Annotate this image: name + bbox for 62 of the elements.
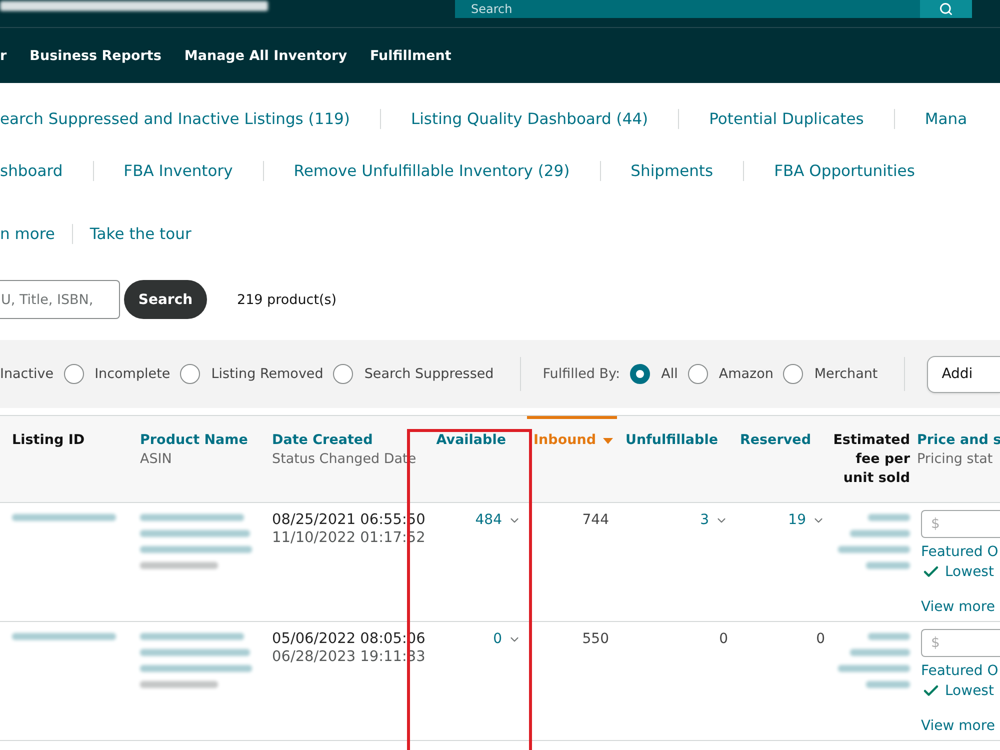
product-count: 219 product(s)	[237, 292, 337, 308]
quantity-link[interactable]: 484	[475, 512, 521, 528]
sort-triangle-icon	[603, 438, 613, 444]
radio-label[interactable]: All	[661, 366, 678, 382]
quantity-value: 550	[582, 631, 609, 647]
nav-link[interactable]: n more	[0, 225, 55, 243]
filter-button[interactable]: Addi	[926, 356, 1000, 392]
menu-item[interactable]: Business Reports	[30, 48, 162, 64]
nav-link[interactable]: Mana	[924, 110, 968, 128]
radio-label[interactable]: Listing Removed	[211, 366, 324, 382]
pricing-status: Featured O	[921, 543, 998, 562]
column-subtitle: Pricing stat	[917, 450, 993, 469]
column-header[interactable]: Reserved	[740, 431, 811, 450]
nav-link[interactable]: earch Suppressed and Inactive Listings (119)	[0, 110, 350, 128]
nav-link[interactable]: Remove Unfulfillable Inventory (29)	[294, 162, 570, 180]
search-field[interactable]: Search	[455, 0, 920, 18]
radio-label[interactable]: Search Suppressed	[364, 366, 494, 382]
search-field[interactable]: U, Title, ISBN,	[0, 280, 120, 319]
quantity-value: 744	[582, 512, 609, 528]
quantity-link[interactable]: 19	[788, 512, 825, 528]
radio-button[interactable]	[333, 364, 354, 384]
radio-label[interactable]: Merchant	[814, 366, 878, 382]
column-header[interactable]: Available	[436, 431, 506, 450]
quantity-value: 0	[816, 631, 825, 647]
nav-link[interactable]: Listing Quality Dashboard (44)	[410, 110, 648, 128]
quantity-value: 0	[719, 631, 728, 647]
view-more-link[interactable]: View more	[921, 717, 995, 736]
view-more-link[interactable]: View more	[921, 598, 995, 617]
radio-button[interactable]	[688, 364, 708, 384]
radio-button[interactable]	[630, 364, 650, 384]
column-header[interactable]: Unfulfillable	[625, 431, 718, 450]
column-header: Listing ID	[12, 431, 85, 450]
radio-button[interactable]	[64, 364, 84, 384]
pricing-badge-text: Lowest	[945, 564, 994, 580]
radio-label[interactable]: Incomplete	[94, 366, 170, 382]
nav-link[interactable]: Potential Duplicates	[709, 110, 864, 128]
price-input[interactable]: $	[921, 629, 1000, 657]
pricing-badge-text: Lowest	[945, 682, 994, 698]
quantity-link[interactable]: 3	[700, 512, 728, 528]
search-button[interactable]: Search	[124, 280, 207, 319]
nav-link[interactable]: FBA Opportunities	[774, 162, 915, 180]
menu-item[interactable]: r	[0, 48, 7, 64]
radio-label[interactable]: Inactive	[0, 366, 54, 382]
column-header[interactable]: Date Created	[272, 431, 373, 450]
menu-item[interactable]: Fulfillment	[370, 48, 452, 64]
nav-link[interactable]: shboard	[0, 162, 63, 180]
radio-button[interactable]	[783, 364, 804, 384]
nav-link[interactable]: FBA Inventory	[124, 162, 233, 180]
column-header: Estimated fee per unit sold	[832, 431, 910, 488]
pricing-status: Featured O	[921, 662, 998, 681]
nav-link[interactable]: Take the tour	[90, 225, 192, 243]
nav-link[interactable]: Shipments	[630, 162, 714, 180]
radio-button[interactable]	[180, 364, 200, 384]
filter-label: Fulfilled By:	[542, 366, 620, 382]
search-button[interactable]	[920, 0, 972, 18]
radio-label[interactable]: Amazon	[718, 366, 774, 382]
menu-item[interactable]: Manage All Inventory	[184, 48, 347, 64]
search-icon	[939, 2, 953, 16]
column-header[interactable]: Product Name	[140, 431, 248, 450]
price-input[interactable]: $	[921, 510, 1000, 538]
quantity-link[interactable]: 0	[493, 631, 521, 647]
column-subtitle: ASIN	[140, 450, 172, 469]
